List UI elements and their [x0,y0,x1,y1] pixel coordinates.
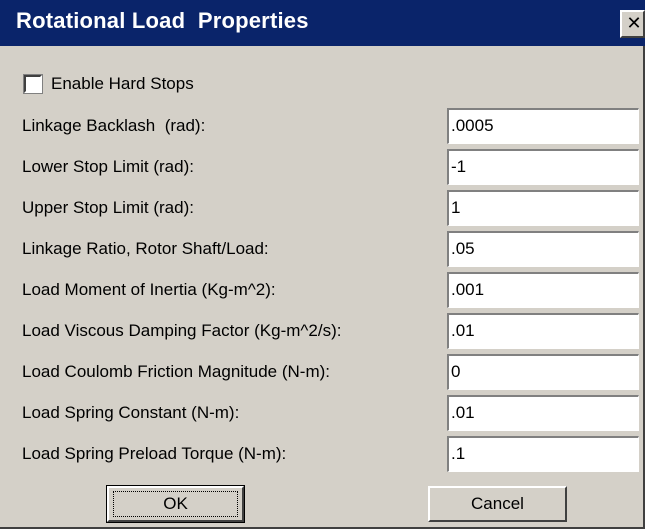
load-viscous-damping-label: Load Viscous Damping Factor (Kg-m^2/s): [22,321,342,340]
enable-hard-stops-checkbox[interactable] [23,74,43,94]
linkage-backlash-label: Linkage Backlash (rad): [22,116,206,135]
upper-stop-limit-input[interactable]: 1 [447,190,639,226]
linkage-backlash-input[interactable]: .0005 [447,108,639,144]
lower-stop-limit-label: Lower Stop Limit (rad): [22,157,194,176]
upper-stop-limit-label: Upper Stop Limit (rad): [22,198,194,217]
close-icon: ✕ [626,13,642,34]
load-spring-preload-torque-label: Load Spring Preload Torque (N-m): [22,444,287,463]
load-moment-of-inertia-input[interactable]: .001 [447,272,639,308]
cancel-button-label: Cancel [471,494,524,513]
load-coulomb-friction-input[interactable]: 0 [447,354,639,390]
linkage-ratio-label: Linkage Ratio, Rotor Shaft/Load: [22,239,269,258]
enable-hard-stops-label: Enable Hard Stops [51,74,194,93]
focus-ring [113,491,238,517]
cancel-button[interactable]: Cancel [428,486,567,522]
title-bar[interactable]: Rotational Load Properties ✕ [0,0,645,46]
dialog-title: Rotational Load Properties [16,8,309,33]
load-spring-constant-label: Load Spring Constant (N-m): [22,403,240,422]
close-button[interactable]: ✕ [620,10,645,38]
lower-stop-limit-input[interactable]: -1 [447,149,639,185]
rotational-load-properties-dialog: Rotational Load Properties ✕ Enable Hard… [0,0,645,529]
enable-hard-stops-option[interactable]: Enable Hard Stops [23,72,194,96]
linkage-ratio-input[interactable]: .05 [447,231,639,267]
ok-button[interactable]: OK [106,485,245,523]
load-spring-constant-input[interactable]: .01 [447,395,639,431]
load-coulomb-friction-label: Load Coulomb Friction Magnitude (N-m): [22,362,331,381]
load-moment-of-inertia-label: Load Moment of Inertia (Kg-m^2): [22,280,276,299]
load-spring-preload-torque-input[interactable]: .1 [447,436,639,472]
load-viscous-damping-input[interactable]: .01 [447,313,639,349]
